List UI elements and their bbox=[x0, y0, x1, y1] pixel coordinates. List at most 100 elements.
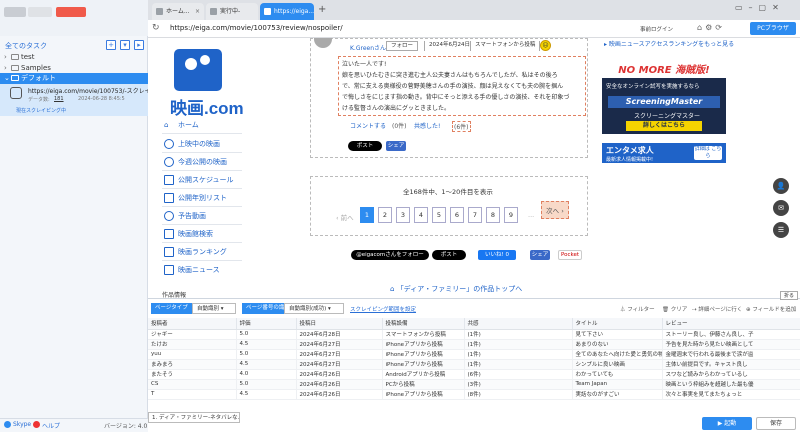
pre-login-button[interactable]: 事前ログイン bbox=[640, 25, 673, 33]
column-header[interactable]: 共感 bbox=[464, 318, 573, 330]
nav-home[interactable]: ⌂ ホーム bbox=[164, 118, 246, 132]
empathy-link[interactable]: 共感した! bbox=[414, 121, 440, 130]
site-logo-text[interactable]: 映画.com bbox=[170, 94, 244, 119]
page-8[interactable]: 8 bbox=[486, 207, 500, 223]
chat-icon[interactable]: ☰ bbox=[773, 222, 789, 238]
nav-schedule[interactable]: 公開スケジュール bbox=[164, 173, 246, 187]
nav-trailers[interactable]: 予告動画 bbox=[164, 209, 246, 223]
reviewer-name[interactable]: K.Greenさん bbox=[350, 43, 386, 52]
page-1[interactable]: 1 bbox=[360, 207, 374, 223]
nav-year-list[interactable]: 公開年別リスト bbox=[164, 191, 246, 205]
page-2[interactable]: 2 bbox=[378, 207, 392, 223]
reload-icon[interactable]: ↻ bbox=[152, 23, 163, 33]
page-ellipsis: ... bbox=[528, 211, 535, 219]
x-post-button[interactable]: ポスト bbox=[348, 141, 382, 151]
list-icon bbox=[164, 193, 174, 203]
account-avatar[interactable] bbox=[4, 7, 26, 17]
calendar-icon bbox=[164, 175, 174, 185]
nav-ranking[interactable]: 映画ランキング bbox=[164, 245, 246, 259]
browser-tool-icons[interactable]: ⌂⚙⟳ bbox=[697, 23, 725, 32]
tab-home[interactable]: ホーム... × bbox=[152, 3, 204, 20]
table-cell: スワなど読みからわかっているし bbox=[662, 369, 800, 380]
share-button[interactable]: シェア bbox=[386, 141, 406, 151]
url-field[interactable]: https://eiga.com/movie/100753/review/nos… bbox=[170, 24, 343, 32]
facebook-like-button[interactable]: いいね! 0 bbox=[478, 250, 516, 260]
comment-link[interactable]: コメントする bbox=[350, 121, 386, 130]
new-task-icon[interactable]: + bbox=[106, 40, 116, 50]
page-type-select[interactable]: 自動識別 ▾ bbox=[192, 303, 236, 314]
close-icon[interactable]: × bbox=[195, 3, 200, 20]
column-header[interactable]: 投稿日 bbox=[296, 318, 383, 330]
table-row[interactable]: たけお 4.5 2024年6月27日 iPhoneアプリから投稿 (1件) あまりのない予… bbox=[148, 339, 800, 350]
page-step-tab[interactable]: 1. ディア・ファミリー-ネタバレな... bbox=[148, 412, 240, 423]
share-button[interactable]: シェア bbox=[530, 250, 550, 260]
mail-icon[interactable]: ✉ bbox=[773, 200, 789, 216]
pc-browser-dropdown[interactable]: PCブラウザ bbox=[750, 22, 796, 35]
page-3[interactable]: 3 bbox=[396, 207, 410, 223]
favicon-icon bbox=[156, 8, 163, 15]
new-folder-icon[interactable]: ▸ bbox=[134, 40, 144, 50]
scrape-range-link[interactable]: スクレイピング範囲を設定 bbox=[350, 305, 416, 313]
nav-theater-search[interactable]: 映画館検索 bbox=[164, 227, 246, 241]
skype-link[interactable]: Skype bbox=[13, 421, 31, 428]
follow-x-button[interactable]: @eigacomさんをフォロー bbox=[351, 250, 429, 260]
x-post-button[interactable]: ポスト bbox=[432, 250, 466, 260]
tab-running[interactable]: 実行中-https... × bbox=[206, 3, 258, 32]
page-7[interactable]: 7 bbox=[468, 207, 482, 223]
table-row[interactable]: まみまろ 4.5 2024年6月27日 iPhoneアプリから投稿 (1件) シンプルに良… bbox=[148, 359, 800, 370]
new-tab-icon[interactable]: + bbox=[318, 4, 326, 15]
table-row[interactable]: CS 5.0 2024年6月26日 PCから投稿 (3件) Team Japan 映画という… bbox=[148, 379, 800, 390]
page-9[interactable]: 9 bbox=[504, 207, 518, 223]
eiga-logo-icon[interactable] bbox=[174, 49, 222, 91]
detail-page-button[interactable]: ⇢ 詳細ページに行く bbox=[692, 305, 742, 313]
task-count[interactable]: 181 bbox=[54, 96, 64, 102]
add-field-button[interactable]: ⊕ フィールドを追加 bbox=[746, 305, 796, 313]
plus-icon: ⊕ bbox=[746, 307, 751, 313]
page-4[interactable]: 4 bbox=[414, 207, 428, 223]
news-ranking-link[interactable]: ▸ 映画ニュースアクセスランキングをもっと見る bbox=[604, 39, 734, 48]
tree-folder-test[interactable]: › test bbox=[0, 52, 148, 63]
follow-button[interactable]: フォロー bbox=[386, 41, 419, 51]
table-row[interactable]: yuu 5.0 2024年6月27日 iPhoneアプリから投稿 (1件) 全てのあなたへ… bbox=[148, 349, 800, 360]
tree-folder-default[interactable]: ⌄ デフォルト bbox=[0, 73, 148, 84]
table-cell: (1件) bbox=[464, 349, 573, 360]
page-number-select[interactable]: 自動識別(成功) ▾ bbox=[284, 303, 344, 314]
column-header[interactable]: 評価 bbox=[236, 318, 297, 330]
column-header[interactable]: レビュー bbox=[662, 318, 800, 330]
account-badge[interactable] bbox=[56, 7, 86, 17]
help-icon[interactable] bbox=[33, 421, 40, 428]
table-row[interactable]: またそう 4.0 2024年6月26日 Androidアプリから投稿 (6件) わかってい… bbox=[148, 369, 800, 380]
window-controls[interactable]: ▭–▢✕ bbox=[735, 3, 785, 12]
page-5[interactable]: 5 bbox=[432, 207, 446, 223]
nav-this-week[interactable]: 今週公開の映画 bbox=[164, 155, 246, 169]
filter-button[interactable]: ⏃ フィルター bbox=[620, 305, 655, 313]
prev-page-button[interactable]: ‹ 前へ bbox=[336, 212, 354, 222]
movie-top-link[interactable]: ⌂ 「ディア・ファミリー」の作品トップへ bbox=[390, 284, 522, 294]
table-row[interactable]: ジャギー 5.0 2024年6月28日 スマートフォンから投稿 (1件) 見て下さい ストー… bbox=[148, 329, 800, 340]
ad2-details-button[interactable]: 詳細は こちら bbox=[694, 146, 722, 160]
film-icon bbox=[164, 139, 174, 149]
table-cell: 金曜週末で行われる最後まで涙が溢 bbox=[662, 349, 800, 360]
pocket-button[interactable]: Pocket bbox=[558, 250, 582, 260]
help-link[interactable]: ヘルプ bbox=[42, 421, 60, 430]
nav-news[interactable]: 映画ニュース bbox=[164, 263, 246, 277]
page-6[interactable]: 6 bbox=[450, 207, 464, 223]
nav-divider bbox=[162, 242, 242, 243]
start-button[interactable]: ▶ 起動 bbox=[702, 417, 752, 430]
column-header[interactable]: 投稿設備 bbox=[382, 318, 465, 330]
column-header[interactable]: 投稿者 bbox=[148, 318, 237, 330]
tab-eiga[interactable]: https://eiga... × bbox=[260, 3, 314, 32]
user-icon[interactable]: 👤 bbox=[773, 178, 789, 194]
nav-now-showing[interactable]: 上映中の映画 bbox=[164, 137, 246, 151]
skype-icon[interactable] bbox=[4, 421, 11, 428]
column-header[interactable]: タイトル bbox=[572, 318, 663, 330]
save-button[interactable]: 保存 bbox=[756, 417, 796, 430]
folder-icon bbox=[11, 65, 19, 71]
import-icon[interactable]: ▾ bbox=[120, 40, 130, 50]
clear-button[interactable]: 🗑 クリア bbox=[662, 305, 687, 313]
ad-details-button[interactable]: 詳しくはこちら bbox=[626, 121, 702, 131]
collapse-panel-button[interactable]: 折る bbox=[780, 291, 798, 300]
table-row[interactable]: T 4.5 2024年6月26日 iPhoneアプリから投稿 (8件) 実話なのがすごい次… bbox=[148, 389, 800, 400]
next-page-button[interactable]: 次へ › bbox=[541, 201, 569, 219]
table-cell: (1件) bbox=[464, 359, 573, 370]
